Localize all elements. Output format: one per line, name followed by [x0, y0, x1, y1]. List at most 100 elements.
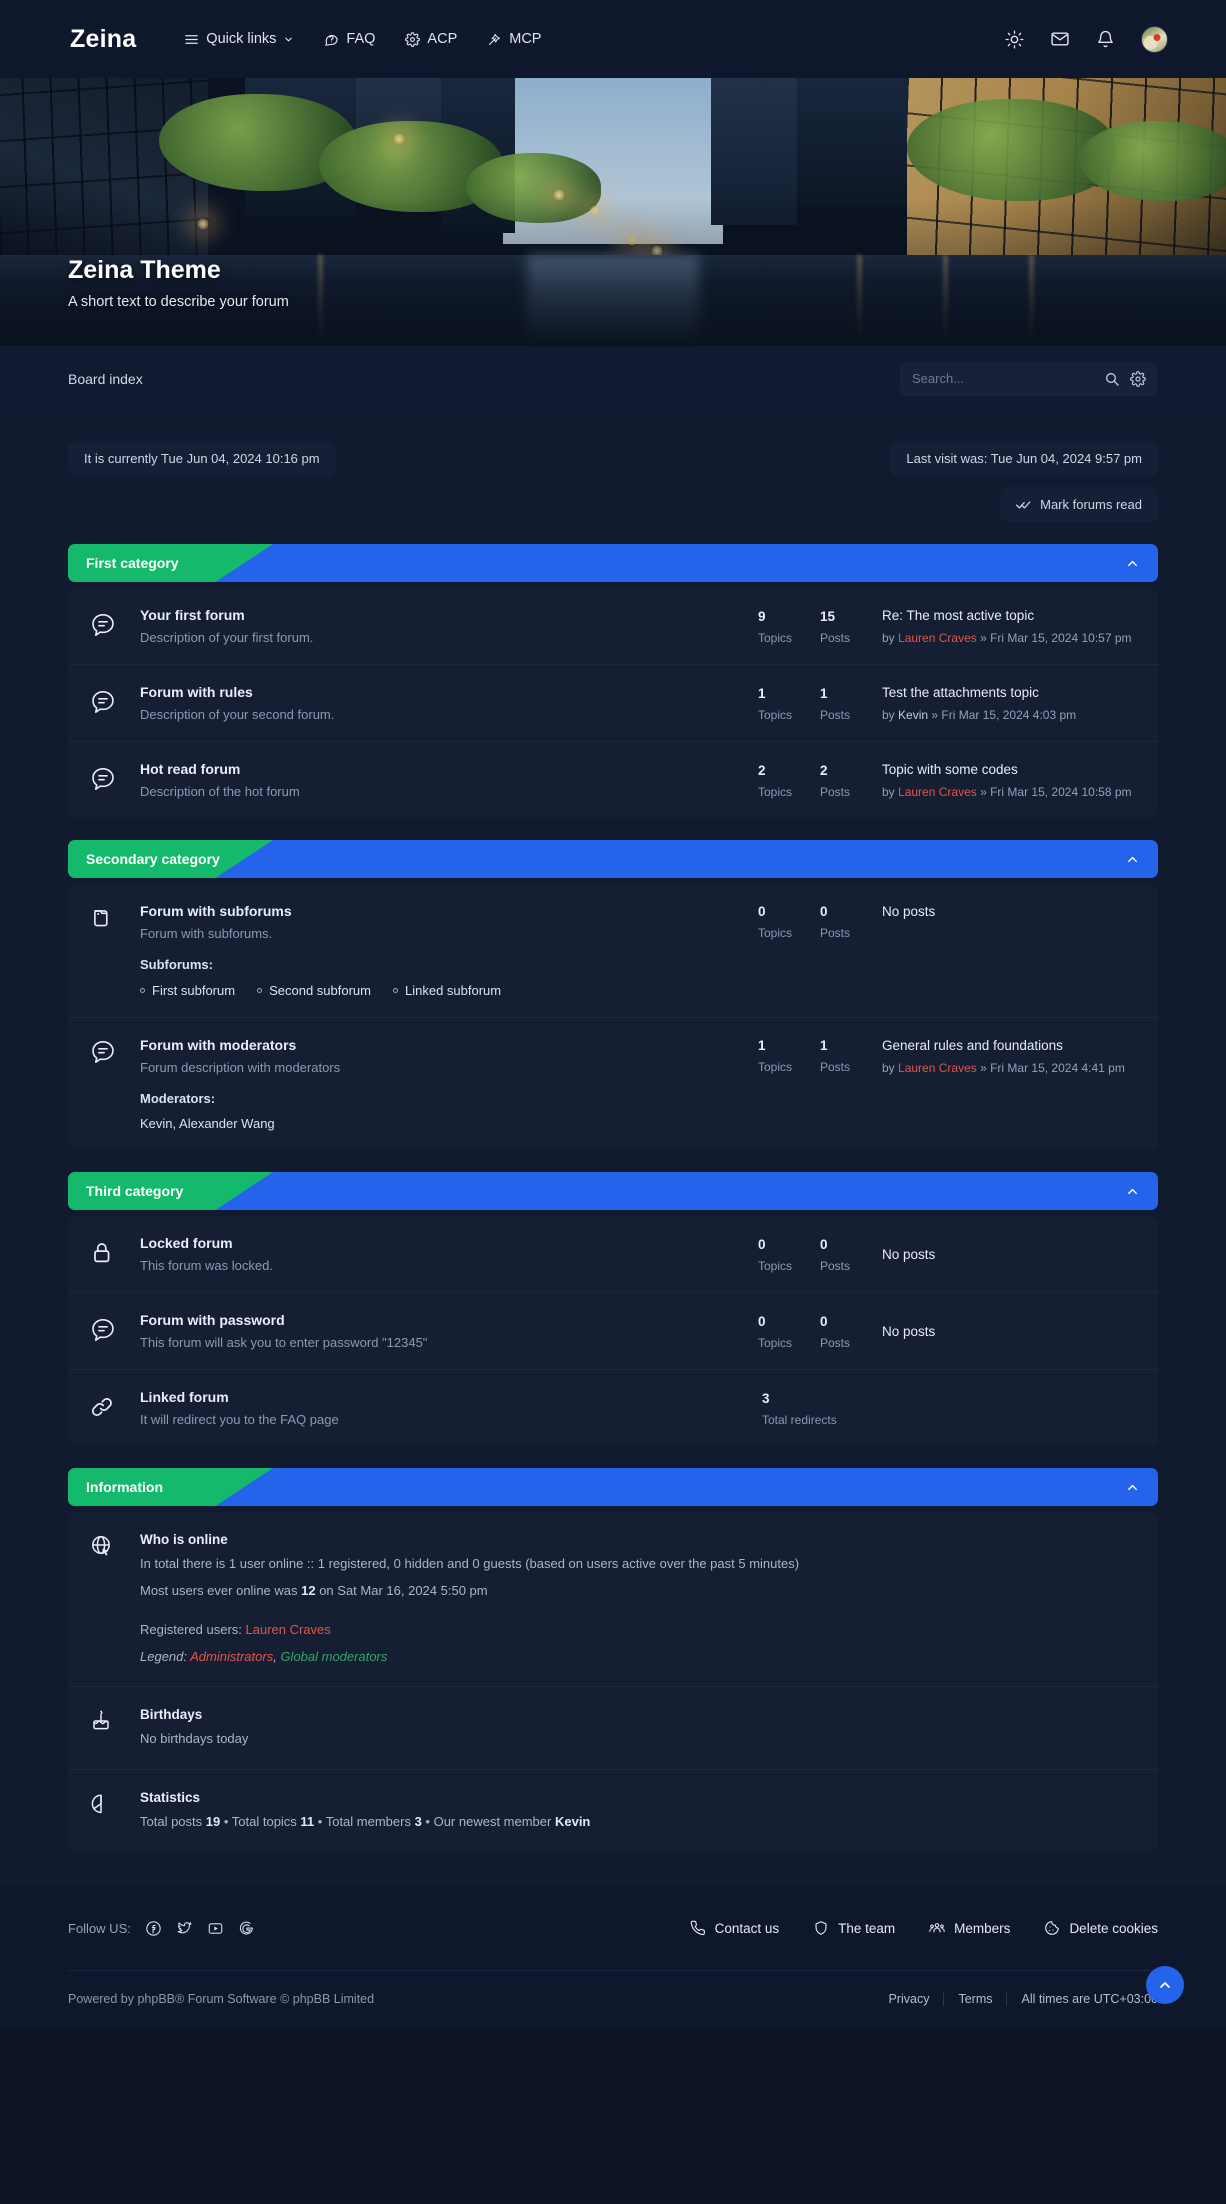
nav-acp[interactable]: ACP	[405, 31, 457, 47]
forum-info: Locked forum This forum was locked.	[140, 1235, 758, 1273]
topics-stat: 1 Topics	[758, 685, 820, 722]
footer-link-privacy[interactable]: Privacy	[888, 1992, 929, 2006]
stat-topics-label: • Total topics	[220, 1814, 301, 1830]
subforum-link[interactable]: First subforum	[140, 983, 235, 998]
category-title: Third category	[86, 1183, 184, 1199]
last-post-author[interactable]: Lauren Craves	[898, 785, 977, 799]
last-post-cell: Test the attachments topic by Kevin » Fri…	[882, 684, 1132, 722]
posts-label: Posts	[820, 1335, 851, 1350]
footer-link-members[interactable]: Members	[929, 1920, 1010, 1936]
bullet-icon	[140, 988, 145, 993]
posts-stat: 1 Posts	[820, 1037, 882, 1074]
search-settings-gear-icon[interactable]	[1130, 370, 1146, 387]
bell-icon[interactable]	[1096, 30, 1115, 49]
wand-icon	[487, 32, 502, 47]
no-posts-text: No posts	[882, 1247, 936, 1262]
subforum-link[interactable]: Second subforum	[257, 983, 371, 998]
forum-title-link[interactable]: Your first forum	[140, 607, 758, 623]
category-header[interactable]: First category	[68, 544, 1158, 582]
chevron-up-icon[interactable]	[1125, 1480, 1140, 1495]
footer-bottom-bar: Powered by phpBB® Forum Software © phpBB…	[68, 1970, 1158, 2026]
forum-description: Description of the hot forum	[140, 784, 300, 799]
nav-acp-label: ACP	[427, 31, 458, 47]
topics-label: Topics	[758, 926, 793, 940]
cookie-icon	[1044, 1920, 1060, 1936]
last-post-meta: by Kevin » Fri Mar 15, 2024 4:03 pm	[882, 708, 1077, 722]
footer-link-contact-us[interactable]: Contact us	[690, 1920, 779, 1936]
footer-link-terms[interactable]: Terms	[958, 1992, 992, 2006]
footer-link-the-team[interactable]: The team	[813, 1920, 895, 1936]
last-post-cell: No posts	[882, 903, 1132, 919]
forum-row: Your first forum Description of your firs…	[68, 588, 1158, 665]
search-input[interactable]	[912, 371, 1094, 386]
registered-users-line: Registered users: Lauren Craves	[140, 1621, 1132, 1640]
forum-description: Description of your second forum.	[140, 707, 335, 722]
google-icon[interactable]	[238, 1920, 255, 1937]
search-icon[interactable]	[1104, 371, 1120, 387]
powered-by-text: Powered by phpBB® Forum Software © phpBB…	[68, 1991, 375, 2006]
topics-count: 0	[758, 904, 766, 919]
forum-description: Forum with subforums.	[140, 926, 273, 941]
twitter-icon[interactable]	[176, 1920, 193, 1937]
chevron-up-icon[interactable]	[1125, 852, 1140, 867]
forum-title-link[interactable]: Locked forum	[140, 1235, 758, 1251]
last-post-title[interactable]: Re: The most active topic	[882, 608, 1132, 623]
forum-title-link[interactable]: Hot read forum	[140, 761, 758, 777]
last-post-title[interactable]: Test the attachments topic	[882, 685, 1132, 700]
board-index: It is currently Tue Jun 04, 2024 10:16 p…	[68, 411, 1158, 1886]
posts-label: Posts	[820, 784, 851, 799]
legend-global-moderators[interactable]: Global moderators	[280, 1649, 387, 1664]
forum-title-link[interactable]: Forum with subforums	[140, 903, 758, 919]
last-post-meta: by Lauren Craves » Fri Mar 15, 2024 10:5…	[882, 631, 1132, 645]
category-header[interactable]: Secondary category	[68, 840, 1158, 878]
youtube-icon[interactable]	[207, 1920, 224, 1937]
breadcrumb-board-index[interactable]: Board index	[68, 371, 143, 387]
registered-user-link[interactable]: Lauren Craves	[246, 1622, 331, 1637]
nav-quick-links[interactable]: Quick links	[184, 31, 294, 47]
who-is-online-block: Who is online In total there is 1 user o…	[68, 1512, 1158, 1688]
chevron-up-icon[interactable]	[1125, 556, 1140, 571]
chevron-up-icon[interactable]	[1125, 1184, 1140, 1199]
legend-administrators[interactable]: Administrators	[190, 1649, 273, 1664]
forum-title-link[interactable]: Forum with password	[140, 1312, 758, 1328]
posts-stat: 0 Posts	[820, 903, 882, 940]
forum-title-link[interactable]: Forum with rules	[140, 684, 758, 700]
footer-link-delete-cookies[interactable]: Delete cookies	[1044, 1920, 1158, 1936]
envelope-icon[interactable]	[1050, 29, 1070, 49]
last-post-author[interactable]: Lauren Craves	[898, 1061, 977, 1075]
sun-icon[interactable]	[1005, 30, 1024, 49]
redirect-label: Total redirects	[762, 1412, 837, 1427]
last-post-title[interactable]: General rules and foundations	[882, 1038, 1132, 1053]
footer-wrapper: Follow US: Contact us The team Members D…	[0, 1886, 1226, 2027]
stat-newest-value[interactable]: Kevin	[555, 1814, 590, 1829]
information-header[interactable]: Information	[68, 1468, 1158, 1506]
nav-faq[interactable]: FAQ	[324, 31, 375, 47]
footer-legal-links: Privacy Terms All times are UTC+03:00	[888, 1991, 1158, 2006]
site-logo[interactable]: Zeina	[70, 25, 136, 54]
forum-info: Forum with subforums Forum with subforums…	[140, 903, 758, 998]
posts-count: 1	[820, 685, 828, 701]
last-post-author[interactable]: Lauren Craves	[898, 631, 977, 645]
forum-read-icon	[90, 610, 140, 643]
forum-read-icon	[90, 687, 140, 720]
facebook-icon[interactable]	[145, 1920, 162, 1937]
gear-icon	[405, 31, 421, 47]
topics-stat: 2 Topics	[758, 762, 820, 799]
subforum-link[interactable]: Linked subforum	[392, 983, 501, 998]
avatar[interactable]	[1141, 25, 1168, 53]
category-header[interactable]: Third category	[68, 1172, 1158, 1210]
forum-description: This forum was locked.	[140, 1258, 273, 1273]
scroll-to-top-button[interactable]	[1146, 1966, 1184, 2005]
globe-icon	[90, 1532, 140, 1563]
forum-title-link[interactable]: Forum with moderators	[140, 1037, 758, 1053]
last-post-author[interactable]: Kevin	[898, 708, 928, 722]
link-icon	[90, 1392, 140, 1425]
follow-us-label: Follow US:	[68, 1920, 131, 1936]
forum-title-link[interactable]: Linked forum	[140, 1389, 762, 1405]
last-post-title[interactable]: Topic with some codes	[882, 762, 1132, 777]
bullet-icon	[257, 988, 263, 993]
nav-mcp[interactable]: MCP	[487, 31, 541, 47]
statistics-text: Total posts 19 • Total topics 11 • Total…	[140, 1813, 1132, 1832]
moderator-names[interactable]: Kevin, Alexander Wang	[140, 1116, 758, 1131]
mark-forums-read-button[interactable]: Mark forums read	[1000, 487, 1158, 522]
